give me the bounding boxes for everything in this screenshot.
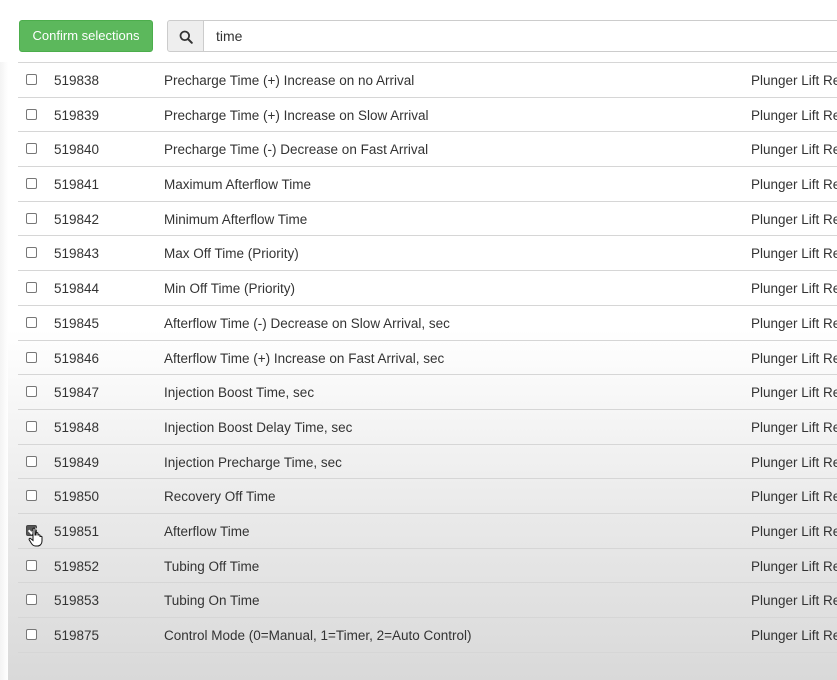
row-name: Injection Boost Time, sec	[164, 385, 315, 401]
row-id: 519851	[54, 523, 100, 539]
row-id: 519850	[54, 489, 100, 505]
row-category: Plunger Lift Re	[751, 593, 837, 609]
row-checkbox[interactable]	[26, 490, 37, 502]
table-row[interactable]: 519847 Injection Boost Time, sec Plunger L…	[18, 375, 837, 410]
row-name: Control Mode (0=Manual, 1=Timer, 2=Auto …	[164, 628, 472, 643]
page: Confirm selections 519838 Precharge Time …	[0, 0, 837, 680]
row-checkbox[interactable]	[26, 351, 37, 363]
hand-cursor-icon	[28, 527, 43, 547]
row-id: 519852	[54, 558, 100, 574]
row-id: 519842	[54, 211, 100, 227]
row-name: Afterflow Time (+) Increase on Fast Arri…	[164, 350, 445, 366]
row-name: Max Off Time (Priority)	[164, 246, 299, 262]
table-row[interactable]: 519851 Afterflow Time Plunger Lift Re	[18, 514, 837, 549]
row-checkbox[interactable]	[26, 455, 37, 467]
row-category: Plunger Lift Re	[751, 350, 837, 366]
table-row[interactable]: 519842 Minimum Afterflow Time Plunger Lift…	[18, 202, 837, 237]
row-id: 519853	[54, 593, 100, 609]
row-id: 519848	[54, 419, 100, 435]
row-id: 519843	[54, 246, 100, 262]
row-id: 519844	[54, 281, 100, 297]
table-row[interactable]: 519875 Control Mode (0=Manual, 1=Timer, 2…	[18, 618, 837, 653]
row-checkbox[interactable]	[26, 178, 37, 190]
row-category: Plunger Lift Re	[751, 419, 837, 435]
row-checkbox[interactable]	[26, 282, 37, 294]
row-checkbox[interactable]	[26, 316, 37, 328]
row-checkbox[interactable]	[26, 420, 37, 432]
row-category: Plunger Lift Re	[751, 523, 837, 539]
row-category: Plunger Lift Re	[751, 73, 837, 88]
row-category: Plunger Lift Re	[751, 211, 837, 227]
row-category: Plunger Lift Re	[751, 281, 837, 297]
row-id: 519839	[54, 107, 100, 123]
table-row[interactable]: 519846 Afterflow Time (+) Increase on Fas…	[18, 341, 837, 376]
row-checkbox[interactable]	[26, 247, 37, 259]
row-checkbox[interactable]	[26, 74, 37, 85]
table-row[interactable]: 519844 Min Off Time (Priority) Plunger Lif…	[18, 271, 837, 306]
search-icon	[179, 30, 193, 44]
search-input[interactable]	[203, 20, 837, 52]
row-id: 519845	[54, 315, 100, 331]
row-id: 519847	[54, 385, 100, 401]
row-id: 519838	[54, 73, 100, 88]
table-row[interactable]: 519839 Precharge Time (+) Increase on Slo…	[18, 98, 837, 133]
row-category: Plunger Lift Re	[751, 558, 837, 574]
row-checkbox[interactable]	[26, 559, 37, 571]
row-checkbox[interactable]	[26, 629, 37, 640]
row-name: Tubing On Time	[164, 593, 260, 609]
search-addon	[167, 20, 204, 52]
row-name: Recovery Off Time	[164, 489, 276, 505]
table-row[interactable]: 519843 Max Off Time (Priority) Plunger Lif…	[18, 236, 837, 272]
row-checkbox[interactable]	[26, 386, 37, 398]
results-list: 519838 Precharge Time (+) Increase on no …	[18, 62, 837, 653]
row-name: Injection Boost Delay Time, sec	[164, 419, 353, 435]
row-category: Plunger Lift Re	[751, 107, 837, 123]
row-category: Plunger Lift Re	[751, 385, 837, 401]
row-name: Maximum Afterflow Time	[164, 177, 312, 193]
row-name: Afterflow Time (-) Decrease on Slow Arri…	[164, 315, 450, 331]
table-row[interactable]: 519838 Precharge Time (+) Increase on no …	[18, 63, 837, 98]
row-category: Plunger Lift Re	[751, 177, 837, 193]
table-row[interactable]: 519853 Tubing On Time Plunger Lift Re	[18, 583, 837, 618]
table-row[interactable]: 519852 Tubing Off Time Plunger Lift Re	[18, 549, 837, 584]
row-name: Minimum Afterflow Time	[164, 211, 308, 227]
row-checkbox[interactable]	[26, 212, 37, 224]
row-name: Precharge Time (+) Increase on Slow Arri…	[164, 107, 429, 123]
row-id: 519875	[54, 628, 100, 643]
table-row[interactable]: 519849 Injection Precharge Time, sec Plung…	[18, 445, 837, 480]
row-checkbox[interactable]	[26, 143, 37, 155]
row-category: Plunger Lift Re	[751, 454, 837, 470]
row-name: Precharge Time (-) Decrease on Fast Arri…	[164, 142, 429, 158]
row-name: Afterflow Time	[164, 523, 250, 539]
row-category: Plunger Lift Re	[751, 315, 837, 331]
left-edge-shadow	[0, 62, 8, 680]
table-row[interactable]: 519850 Recovery Off Time Plunger Lift Re	[18, 479, 837, 514]
row-category: Plunger Lift Re	[751, 489, 837, 505]
row-name: Injection Precharge Time, sec	[164, 454, 342, 470]
table-row[interactable]: 519845 Afterflow Time (-) Decrease on Slo…	[18, 306, 837, 341]
row-id: 519840	[54, 142, 100, 158]
table-row[interactable]: 519848 Injection Boost Delay Time, sec Plu…	[18, 410, 837, 445]
confirm-selections-button[interactable]: Confirm selections	[19, 20, 153, 52]
row-category: Plunger Lift Re	[751, 246, 837, 262]
row-id: 519846	[54, 350, 100, 366]
row-name: Min Off Time (Priority)	[164, 281, 296, 297]
row-checkbox[interactable]	[26, 108, 37, 120]
row-id: 519849	[54, 454, 100, 470]
row-id: 519841	[54, 177, 100, 193]
row-checkbox[interactable]	[26, 594, 37, 606]
toolbar: Confirm selections	[0, 0, 837, 62]
row-name: Tubing Off Time	[164, 558, 260, 574]
table-row[interactable]: 519841 Maximum Afterflow Time Plunger Lift…	[18, 167, 837, 202]
table-row[interactable]: 519840 Precharge Time (-) Decrease on Fas…	[18, 132, 837, 168]
row-category: Plunger Lift Re	[751, 142, 837, 158]
row-name: Precharge Time (+) Increase on no Arriva…	[164, 73, 415, 88]
row-category: Plunger Lift Re	[751, 628, 837, 643]
